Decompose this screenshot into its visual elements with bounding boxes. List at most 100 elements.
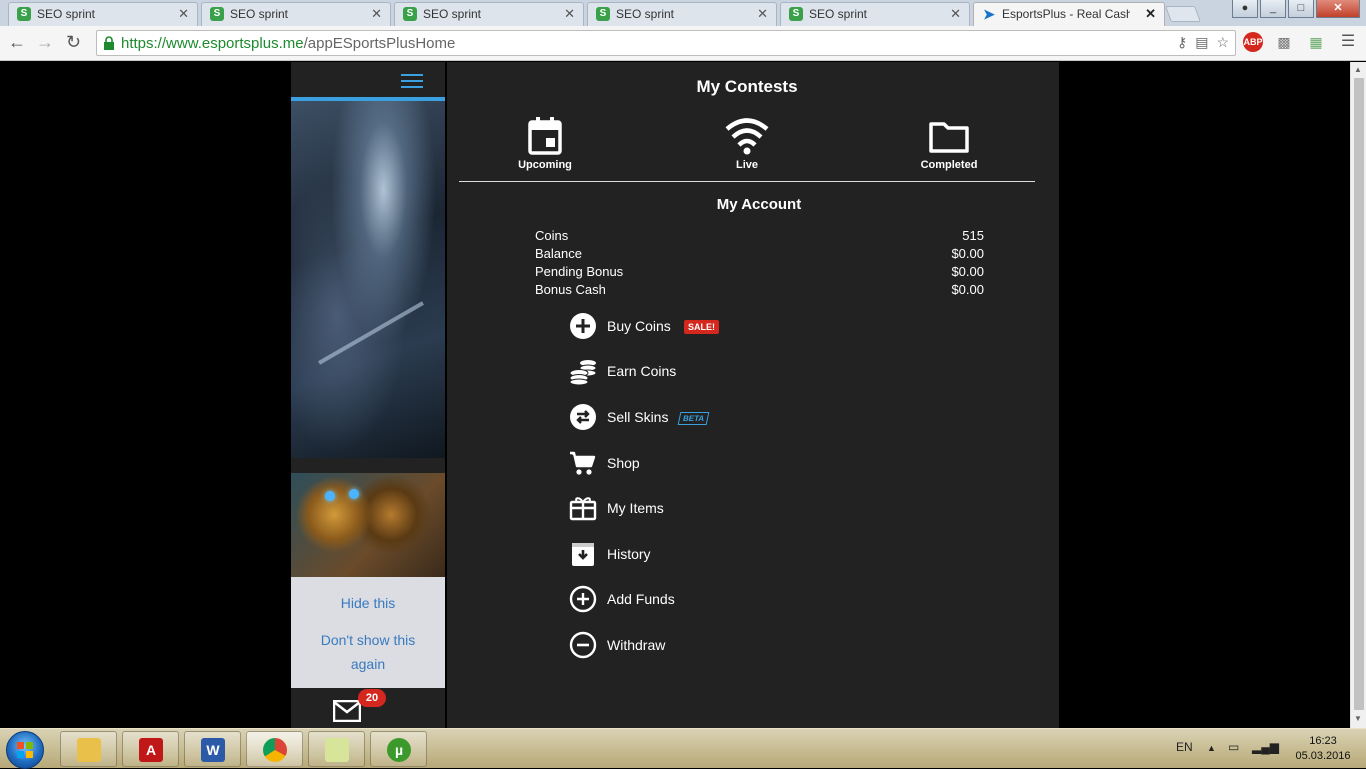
plus-outline-icon (569, 585, 597, 613)
taskbar: A W µ EN ▲ ▭ ▂▄▆ 16:23 05.03.2016 (0, 728, 1366, 769)
account-row-pending-bonus: Pending Bonus $0.00 (535, 264, 984, 282)
character-eye (325, 491, 335, 501)
tab-close-icon[interactable]: ✕ (1145, 6, 1156, 22)
scroll-down-icon[interactable]: ▼ (1354, 714, 1362, 723)
network-signal-icon[interactable]: ▂▄▆ (1252, 740, 1279, 754)
adblock-plus-icon[interactable]: ABP (1243, 32, 1263, 52)
sell-skins-item[interactable]: Sell Skins BETA (569, 403, 769, 433)
address-bar[interactable]: https://www.esportsplus.me/appESportsPlu… (96, 30, 1236, 56)
contests-title: My Contests (696, 77, 798, 96)
tab-upcoming[interactable]: Upcoming (503, 116, 587, 171)
minimize-button[interactable]: _ (1260, 0, 1286, 18)
taskbar-chrome[interactable] (246, 731, 303, 767)
key-icon[interactable]: ⚷ (1177, 34, 1187, 51)
tab-close-icon[interactable]: ✕ (757, 6, 768, 22)
tab-close-icon[interactable]: ✕ (950, 6, 961, 22)
menu-label: Withdraw (607, 637, 666, 653)
add-funds-item[interactable]: Add Funds (569, 585, 769, 615)
new-tab-button[interactable] (1165, 6, 1201, 22)
menu-label: My Items (607, 500, 664, 516)
withdraw-item[interactable]: Withdraw (569, 631, 769, 661)
menu-label: Add Funds (607, 591, 675, 607)
buy-coins-item[interactable]: Buy Coins SALE! (569, 312, 769, 342)
main-panel: My Contests Upcoming Live Completed My A… (447, 62, 1059, 728)
tab-live[interactable]: Live (705, 116, 789, 171)
taskbar-explorer[interactable] (60, 731, 117, 767)
contests-divider (459, 181, 1035, 182)
my-items-item[interactable]: My Items (569, 494, 769, 524)
tab-completed[interactable]: Completed (907, 116, 991, 171)
extension-icon[interactable]: ▦ (1306, 32, 1326, 52)
dont-show-again-link[interactable]: Don't show this again (291, 628, 445, 676)
account-row-coins: Coins 515 (535, 228, 984, 246)
start-button[interactable] (6, 731, 44, 769)
cart-icon (570, 451, 596, 475)
tab-close-icon[interactable]: ✕ (564, 6, 575, 22)
extension-icon[interactable]: ▩ (1274, 32, 1294, 52)
tab-title: SEO sprint (37, 7, 96, 21)
hamburger-menu-icon[interactable] (401, 74, 423, 90)
taskbar-acrobat[interactable]: A (122, 731, 179, 767)
promo-banner-image[interactable] (291, 101, 445, 458)
browser-tab-active[interactable]: ➤ EsportsPlus - Real Cash Da ✕ (973, 2, 1165, 26)
hide-this-link[interactable]: Hide this (291, 595, 445, 611)
mail-icon[interactable] (333, 700, 361, 722)
translate-icon[interactable]: ▤ (1195, 34, 1208, 51)
character-eye (349, 489, 359, 499)
tab-label: Upcoming (518, 159, 572, 171)
reload-icon[interactable]: ↻ (66, 32, 81, 53)
history-item[interactable]: History (569, 540, 769, 570)
language-indicator[interactable]: EN (1176, 740, 1193, 754)
promo-character-image[interactable] (291, 473, 445, 577)
browser-tab[interactable]: S SEO sprint ✕ (201, 2, 391, 26)
scroll-thumb[interactable] (1354, 78, 1364, 710)
url-scheme: https:// (121, 35, 167, 52)
maximize-button[interactable]: □ (1288, 0, 1314, 18)
tab-close-icon[interactable]: ✕ (178, 6, 189, 22)
user-icon[interactable]: ● (1232, 0, 1258, 18)
page-scrollbar[interactable]: ▲ ▼ (1350, 62, 1366, 728)
browser-tab[interactable]: S SEO sprint ✕ (394, 2, 584, 26)
forward-icon[interactable]: → (36, 32, 54, 53)
browser-toolbar: ← → ↻ https://www.esportsplus.me/appESpo… (0, 26, 1366, 61)
seo-sprint-favicon-icon: S (596, 7, 610, 21)
notes-icon (325, 738, 349, 762)
system-clock[interactable]: 16:23 05.03.2016 (1293, 734, 1353, 764)
sale-badge: SALE! (684, 320, 719, 334)
tab-close-icon[interactable]: ✕ (371, 6, 382, 22)
browser-tab[interactable]: S SEO sprint ✕ (780, 2, 970, 26)
sidebar: Hide this Don't show this again 20 (291, 62, 445, 728)
back-icon[interactable]: ← (8, 32, 26, 53)
folder-icon (929, 122, 969, 153)
close-window-button[interactable]: ✕ (1316, 0, 1360, 18)
browser-tab[interactable]: S SEO sprint ✕ (587, 2, 777, 26)
menu-icon[interactable]: ☰ (1338, 32, 1358, 52)
browser-tab[interactable]: S SEO sprint ✕ (8, 2, 198, 26)
wifi-icon (725, 118, 769, 155)
beta-badge: BETA (677, 412, 710, 425)
account-row-bonus-cash: Bonus Cash $0.00 (535, 282, 984, 300)
bookmark-star-icon[interactable]: ☆ (1216, 34, 1229, 51)
tab-title: SEO sprint (616, 7, 675, 21)
tray-expand-icon[interactable]: ▲ (1207, 743, 1216, 753)
acrobat-icon: A (139, 738, 163, 762)
account-row-value: $0.00 (951, 264, 984, 279)
lock-icon (104, 36, 114, 50)
clock-time: 16:23 (1309, 735, 1337, 747)
account-row-value: $0.00 (951, 282, 984, 297)
scroll-up-icon[interactable]: ▲ (1354, 65, 1362, 74)
page-viewport: Hide this Don't show this again 20 My Co… (0, 62, 1350, 728)
seo-sprint-favicon-icon: S (403, 7, 417, 21)
menu-label: Earn Coins (607, 363, 677, 379)
taskbar-utorrent[interactable]: µ (370, 731, 427, 767)
shop-item[interactable]: Shop (569, 449, 769, 479)
tray-device-icon[interactable]: ▭ (1228, 740, 1239, 754)
account-title: My Account (716, 196, 802, 213)
taskbar-word[interactable]: W (184, 731, 241, 767)
calendar-icon (528, 117, 562, 155)
taskbar-sticky-notes[interactable] (308, 731, 365, 767)
earn-coins-item[interactable]: Earn Coins (569, 357, 769, 387)
account-row-label: Pending Bonus (535, 264, 624, 279)
account-row-balance: Balance $0.00 (535, 246, 984, 264)
menu-label: Sell Skins (607, 409, 669, 425)
